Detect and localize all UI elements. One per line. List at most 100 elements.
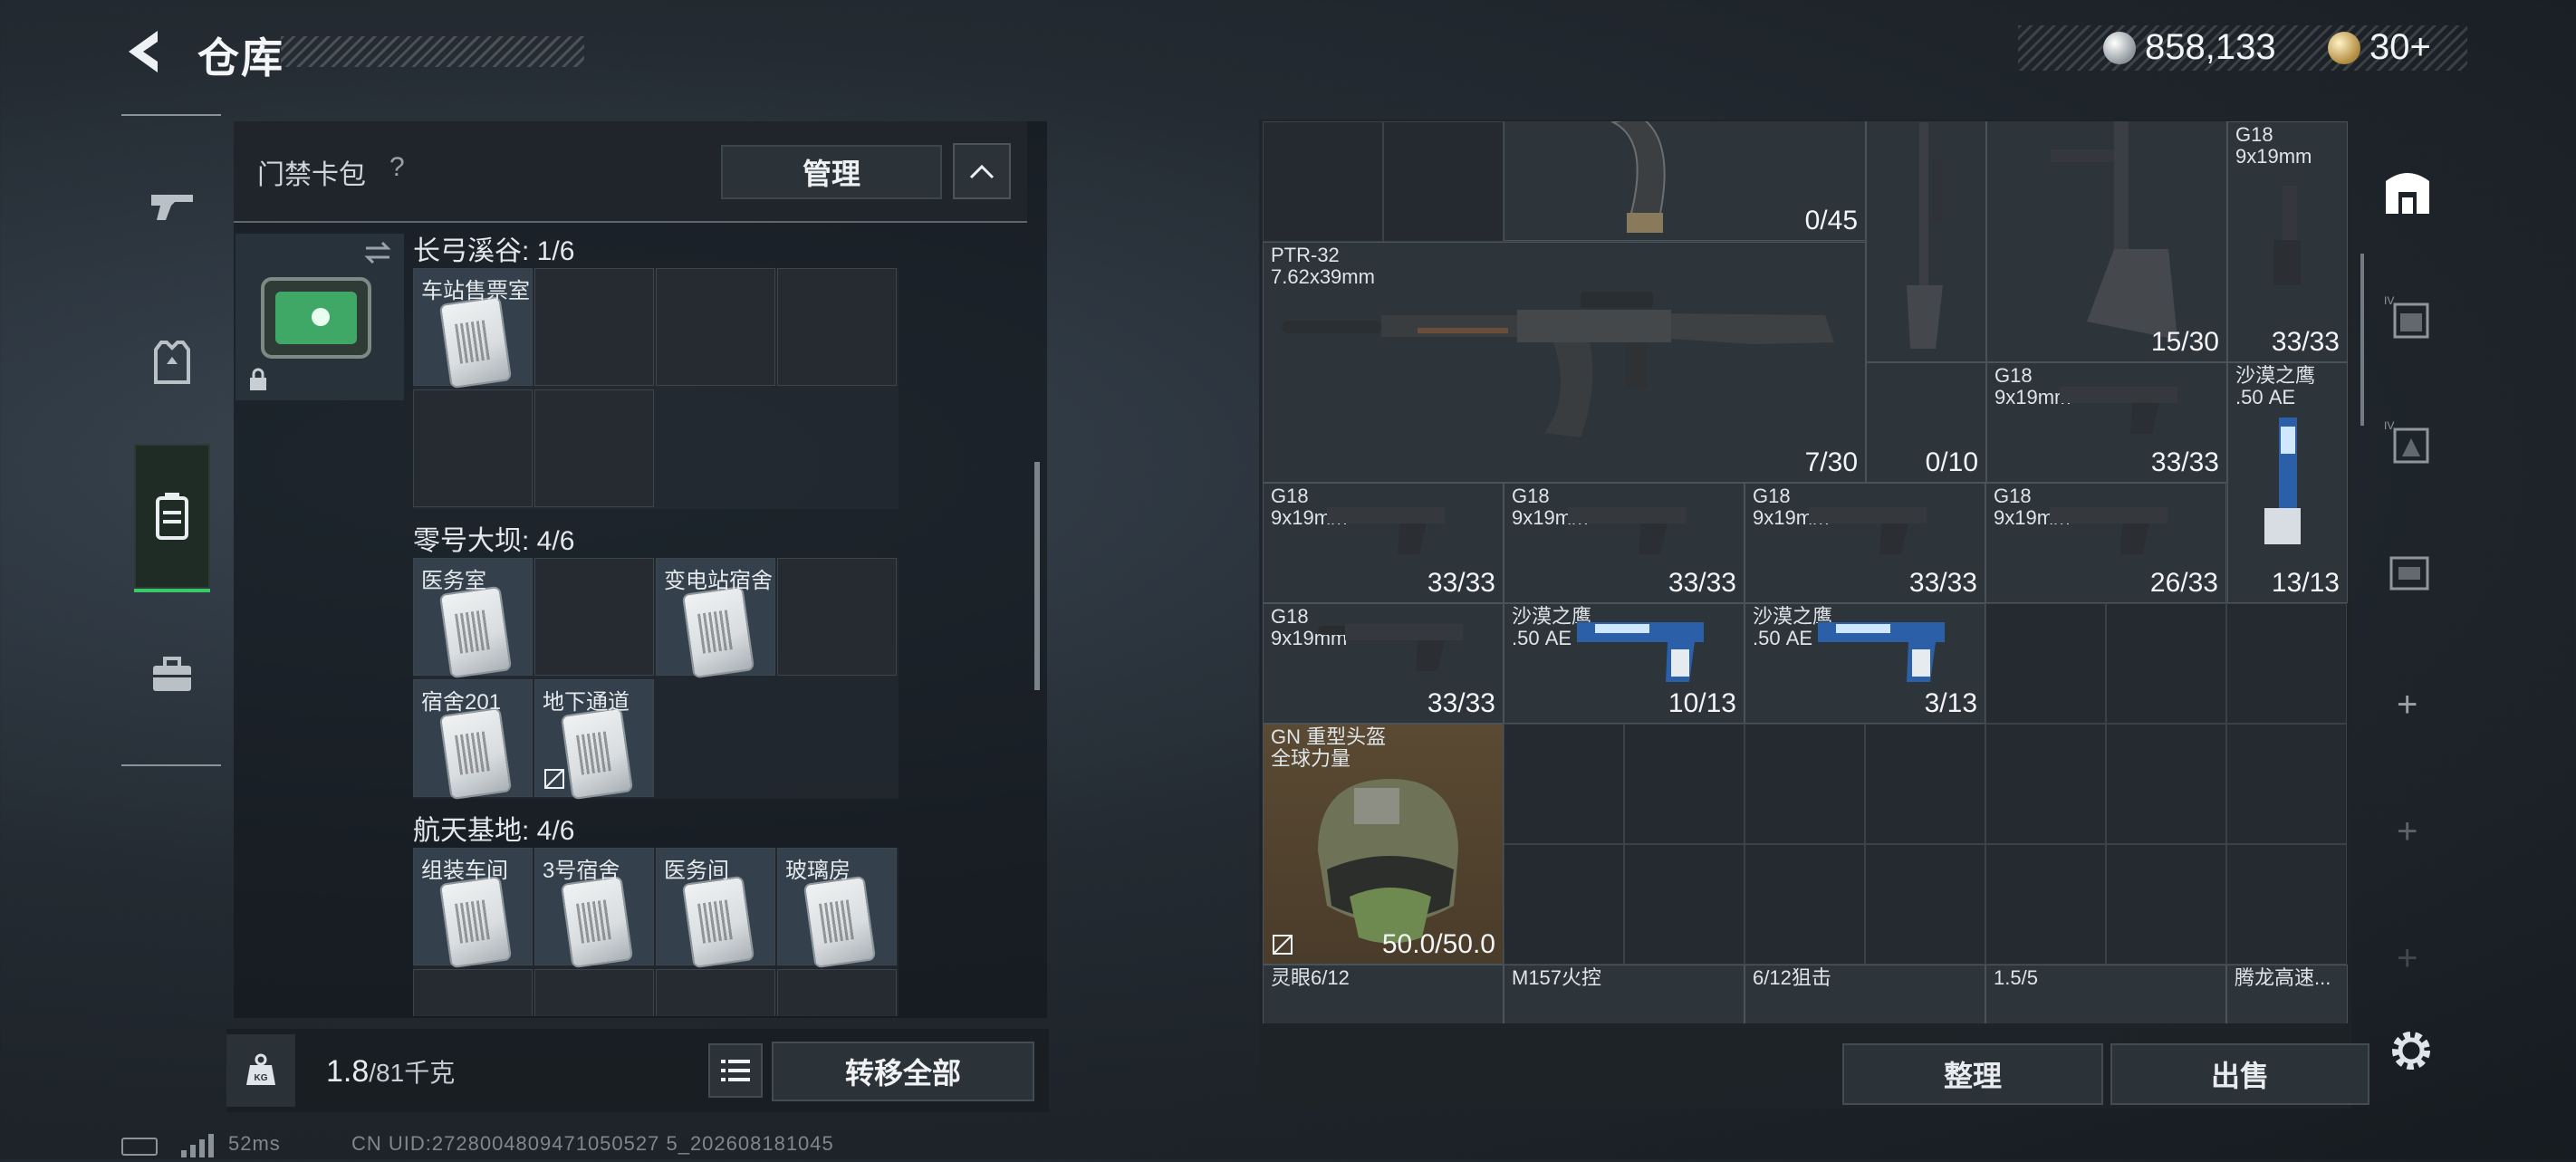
stash-item-ptr32[interactable]: PTR-32 7.62x39mm 7/30 bbox=[1263, 242, 1866, 483]
stash-item-g18[interactable]: G18 9x19mm 33/33 bbox=[1263, 603, 1504, 724]
side-tab-warehouse[interactable] bbox=[2379, 145, 2437, 235]
deagle-icon bbox=[1818, 622, 1945, 682]
stash-item-rifle-stock[interactable]: 15/30 bbox=[1986, 121, 2227, 362]
stash-item-helmet[interactable]: GN 重型头盔 全球力量 50.0/50.0 bbox=[1263, 724, 1504, 965]
stash-item-g18[interactable]: G18 9x19mm 33/33 bbox=[1263, 483, 1504, 603]
stash-slot-empty[interactable] bbox=[1504, 844, 1624, 965]
stash-scrollbar[interactable] bbox=[2360, 254, 2364, 426]
uid-readout: CN UID:2728004809471050527 5_20260818104… bbox=[351, 1132, 834, 1155]
keycard-label: 组装车间 bbox=[421, 859, 508, 883]
side-tab-storage-iv-b[interactable]: IV bbox=[2379, 397, 2437, 487]
stash-item-sniper[interactable] bbox=[1866, 121, 1986, 362]
back-button[interactable] bbox=[121, 27, 167, 76]
stash-item-g18[interactable]: G18 9x19mm 33/33 bbox=[1986, 362, 2227, 483]
transfer-all-button[interactable]: 转移全部 bbox=[772, 1042, 1034, 1101]
keycard-cell[interactable]: 宿舍201 bbox=[413, 679, 533, 801]
keycard-cell[interactable]: 车站售票室 bbox=[413, 268, 533, 389]
keycard-cell-empty[interactable] bbox=[656, 969, 775, 1016]
stash-item-empty-mag[interactable]: 0/10 bbox=[1866, 362, 1986, 483]
keycard-cell-empty[interactable] bbox=[777, 268, 897, 386]
stash-slot-empty[interactable] bbox=[2106, 603, 2226, 724]
currency-gold[interactable]: 30+ bbox=[2328, 27, 2431, 68]
stash-slot-empty[interactable] bbox=[1985, 844, 2106, 965]
stash-item-deagle[interactable]: 沙漠之鹰 .50 AE 10/13 bbox=[1504, 603, 1745, 724]
add-storage-button[interactable]: + bbox=[2397, 811, 2417, 852]
side-tab-storage-c[interactable] bbox=[2379, 525, 2437, 616]
nav-weapons[interactable] bbox=[134, 156, 210, 255]
stash-item-scope-small[interactable]: 1.5/5 bbox=[1985, 965, 2226, 1023]
stash-slot-empty[interactable] bbox=[1504, 724, 1624, 844]
stash-slot-empty[interactable] bbox=[1624, 844, 1745, 965]
stash-slot-empty[interactable] bbox=[1865, 724, 1985, 844]
settings-button[interactable] bbox=[2386, 1025, 2437, 1076]
weight-badge: KG bbox=[226, 1034, 295, 1107]
stash-slot-empty[interactable] bbox=[1383, 121, 1504, 242]
stash-slot-empty[interactable] bbox=[1985, 603, 2106, 724]
pistol-icon bbox=[1568, 507, 1686, 554]
item-count: 15/30 bbox=[2150, 327, 2219, 357]
group-label-dam: 零号大坝: 4/6 bbox=[413, 526, 575, 556]
keycard-cell[interactable]: 玻璃房 bbox=[777, 848, 897, 969]
stash-slot-empty[interactable] bbox=[2106, 844, 2226, 965]
collapse-button[interactable] bbox=[953, 143, 1011, 199]
silver-amount: 858,133 bbox=[2145, 27, 2276, 67]
keycard-cell-empty[interactable] bbox=[534, 268, 654, 386]
stash-slot-empty[interactable] bbox=[2226, 724, 2347, 844]
rifle-stock-icon bbox=[2051, 121, 2177, 340]
side-tab-storage-iv-a[interactable]: IV bbox=[2379, 272, 2437, 362]
nav-armor[interactable] bbox=[134, 313, 210, 413]
keycard-cell[interactable]: 地下通道 bbox=[534, 679, 654, 801]
stash-slot-empty[interactable] bbox=[1745, 724, 1865, 844]
list-view-button[interactable] bbox=[708, 1043, 763, 1098]
stash-item-g18[interactable]: G18 9x19mm 33/33 bbox=[1504, 483, 1745, 603]
keycard-cell-empty[interactable] bbox=[777, 558, 897, 676]
keycard-cell-empty[interactable] bbox=[656, 268, 775, 386]
keycard-cell-empty[interactable] bbox=[777, 969, 897, 1016]
stash-item-deagle-tall[interactable]: 沙漠之鹰 .50 AE 13/13 bbox=[2227, 362, 2348, 603]
add-storage-button[interactable]: + bbox=[2397, 938, 2417, 979]
stash-slot-empty[interactable] bbox=[1865, 844, 1985, 965]
magazine-icon bbox=[1610, 121, 1666, 233]
stash-item-scope[interactable]: 灵眼6/12 bbox=[1263, 965, 1504, 1023]
keycard-cell[interactable]: 医务室 bbox=[413, 558, 533, 679]
stash-item-g18[interactable]: G18 9x19mm 26/33 bbox=[1985, 483, 2226, 603]
keycard-cell[interactable]: 3号宿舍 bbox=[534, 848, 654, 969]
item-count: 33/33 bbox=[2150, 447, 2219, 477]
stash-slot-empty[interactable] bbox=[1263, 121, 1383, 242]
svg-text:IV: IV bbox=[2384, 419, 2394, 432]
pistol-icon bbox=[2060, 387, 2177, 434]
manage-button[interactable]: 管理 bbox=[721, 145, 942, 199]
stash-item-magazine[interactable]: 0/45 bbox=[1504, 121, 1866, 241]
add-storage-button[interactable]: + bbox=[2397, 685, 2417, 725]
stash-slot-empty[interactable] bbox=[2226, 844, 2347, 965]
keycard-cell-empty[interactable] bbox=[534, 558, 654, 676]
warehouse-icon bbox=[2386, 173, 2429, 214]
swap-icon[interactable] bbox=[362, 237, 393, 268]
stash-slot-empty[interactable] bbox=[1985, 724, 2106, 844]
pistol-icon bbox=[151, 195, 193, 220]
keycard-cell-empty[interactable] bbox=[534, 389, 654, 507]
help-icon[interactable]: ? bbox=[389, 152, 405, 183]
keycard-cell[interactable]: 变电站宿舍 bbox=[656, 558, 775, 679]
currency-silver[interactable]: 858,133 bbox=[2103, 27, 2276, 68]
stash-item-deagle[interactable]: 沙漠之鹰 .50 AE 3/13 bbox=[1745, 603, 1985, 724]
stash-slot-empty[interactable] bbox=[1624, 724, 1745, 844]
stash-item-g18-tall[interactable]: G18 9x19mm 33/33 bbox=[2227, 121, 2348, 362]
keycard-cell-empty[interactable] bbox=[413, 969, 533, 1016]
stash-item-g18[interactable]: G18 9x19mm 33/33 bbox=[1745, 483, 1985, 603]
nav-case[interactable] bbox=[134, 625, 210, 725]
keycard-cell-empty[interactable] bbox=[413, 389, 533, 507]
stash-slot-empty[interactable] bbox=[1745, 844, 1865, 965]
stash-item-fire-control[interactable]: M157火控 bbox=[1504, 965, 1745, 1023]
nav-keycards[interactable] bbox=[134, 444, 210, 592]
sell-button[interactable]: 出售 bbox=[2110, 1043, 2369, 1105]
keycard-cell[interactable]: 医务间 bbox=[656, 848, 775, 969]
keycard-cell[interactable]: 组装车间 bbox=[413, 848, 533, 969]
sort-button[interactable]: 整理 bbox=[1842, 1043, 2103, 1105]
stash-item-tenglong[interactable]: 腾龙高速... bbox=[2226, 965, 2348, 1023]
keycard-cell-empty[interactable] bbox=[534, 969, 654, 1016]
stash-item-sniper-scope[interactable]: 6/12狙击 bbox=[1745, 965, 1985, 1023]
stash-slot-empty[interactable] bbox=[2106, 724, 2226, 844]
stash-slot-empty[interactable] bbox=[2226, 603, 2347, 724]
keycard-scrollbar[interactable] bbox=[1034, 462, 1040, 690]
